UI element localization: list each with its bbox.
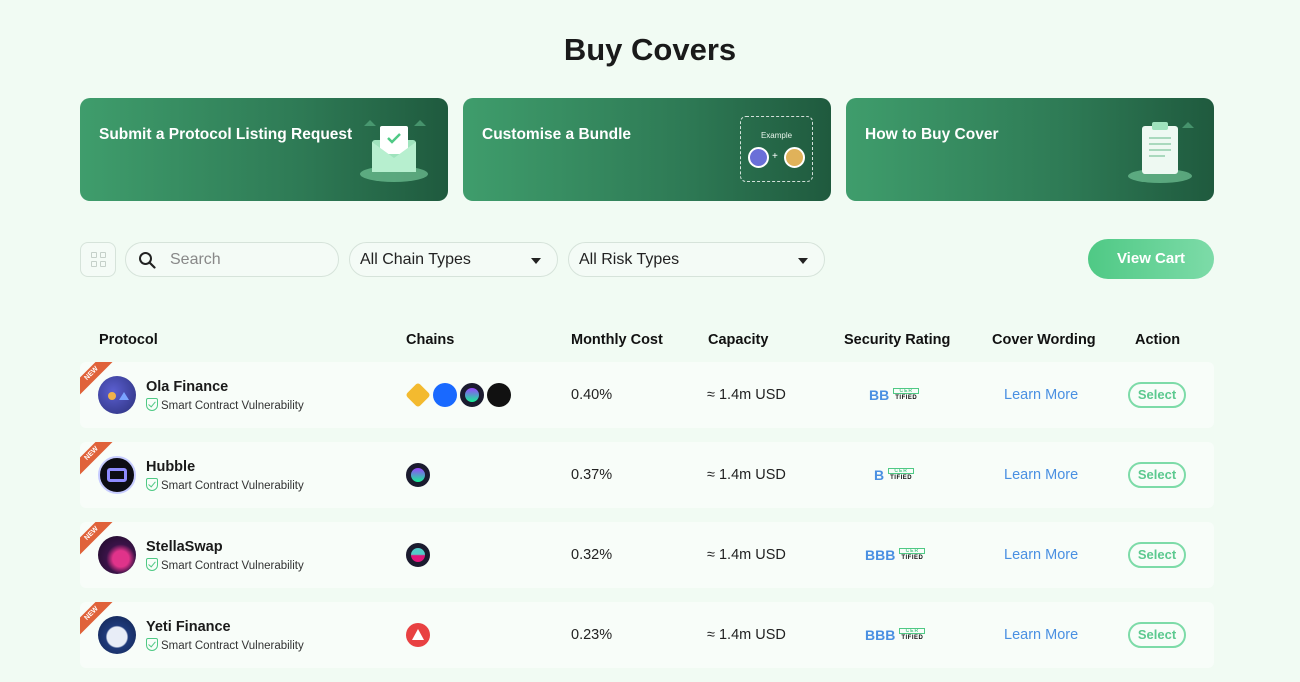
risk-type: Smart Contract Vulnerability <box>146 478 304 492</box>
risk-type-label: Smart Contract Vulnerability <box>161 560 304 572</box>
fantom-icon <box>433 383 457 407</box>
protocol-avatar-icon <box>784 147 805 168</box>
header-cover-wording: Cover Wording <box>992 332 1096 348</box>
chain-type-value: All Chain Types <box>360 251 471 268</box>
rating-grade: BBB <box>865 627 896 643</box>
solana-icon <box>460 383 484 407</box>
select-button[interactable]: Select <box>1128 622 1186 648</box>
clipboard-icon <box>1128 122 1194 183</box>
select-button[interactable]: Select <box>1128 462 1186 488</box>
protocol-name: Ola Finance <box>146 379 229 395</box>
monthly-cost: 0.32% <box>571 547 613 563</box>
header-capacity: Capacity <box>708 332 769 348</box>
example-label: Example <box>760 131 793 140</box>
table-row: NEW Yeti Finance Smart Contract Vulnerab… <box>80 602 1214 668</box>
capacity: ≈ 1.4m USD <box>707 627 786 643</box>
learn-more-link[interactable]: Learn More <box>1004 627 1078 643</box>
certik-logo-icon: CER TIFIED <box>899 548 926 561</box>
avalanche-icon <box>406 623 430 647</box>
rating-grade: BBB <box>865 547 896 563</box>
header-security-rating: Security Rating <box>844 332 951 348</box>
risk-type: Smart Contract Vulnerability <box>146 638 304 652</box>
how-to-buy-cover-banner[interactable]: How to Buy Cover <box>846 98 1214 201</box>
search-box[interactable] <box>125 242 339 277</box>
customise-bundle-banner[interactable]: Customise a Bundle Example + <box>463 98 831 201</box>
shield-check-icon <box>146 638 158 651</box>
caret-down-icon <box>531 258 541 264</box>
risk-type-select[interactable]: All Risk Types <box>568 242 825 277</box>
shield-check-icon <box>146 478 158 491</box>
rating-grade: B <box>874 467 885 483</box>
stellaswap-logo-icon <box>98 536 136 574</box>
table-row: NEW Hubble Smart Contract Vulnerability … <box>80 442 1214 508</box>
grid-view-toggle[interactable] <box>80 242 116 277</box>
certik-logo-icon: CER TIFIED <box>888 468 915 481</box>
envelope-icon <box>360 120 428 182</box>
protocol-name: Yeti Finance <box>146 619 231 635</box>
grid-icon <box>91 252 97 258</box>
security-rating: BBB CER TIFIED <box>865 627 926 643</box>
grid-icon <box>100 261 106 267</box>
hubble-logo-icon <box>98 456 136 494</box>
chain-type-select[interactable]: All Chain Types <box>349 242 558 277</box>
learn-more-link[interactable]: Learn More <box>1004 547 1078 563</box>
grid-icon <box>91 261 97 267</box>
bundle-example: Example + <box>740 116 813 182</box>
certik-logo-icon: CER TIFIED <box>899 628 926 641</box>
header-protocol: Protocol <box>99 332 158 348</box>
risk-type: Smart Contract Vulnerability <box>146 398 304 412</box>
monthly-cost: 0.23% <box>571 627 613 643</box>
protocol-listing-request-banner[interactable]: Submit a Protocol Listing Request <box>80 98 448 201</box>
protocol-name: Hubble <box>146 459 196 475</box>
banner-label: How to Buy Cover <box>865 126 999 143</box>
monthly-cost: 0.37% <box>571 467 613 483</box>
bnb-chain-icon <box>405 382 431 408</box>
view-cart-button[interactable]: View Cart <box>1088 239 1214 279</box>
search-input[interactable] <box>170 250 330 270</box>
security-rating: B CER TIFIED <box>874 467 915 483</box>
protocol-name: StellaSwap <box>146 539 223 555</box>
select-button[interactable]: Select <box>1128 382 1186 408</box>
header-action: Action <box>1135 332 1181 348</box>
header-monthly-cost: Monthly Cost <box>571 332 663 348</box>
risk-type-label: Smart Contract Vulnerability <box>161 480 304 492</box>
grid-icon <box>100 252 106 258</box>
learn-more-link[interactable]: Learn More <box>1004 387 1078 403</box>
moonbeam-icon <box>406 543 430 567</box>
chain-icon <box>487 383 511 407</box>
solana-icon <box>406 463 430 487</box>
capacity: ≈ 1.4m USD <box>707 467 786 483</box>
table-row: NEW StellaSwap Smart Contract Vulnerabil… <box>80 522 1214 588</box>
security-rating: BBB CER TIFIED <box>865 547 926 563</box>
page-title: Buy Covers <box>563 32 737 67</box>
shield-check-icon <box>146 558 158 571</box>
shield-check-icon <box>146 398 158 411</box>
banner-label: Submit a Protocol Listing Request <box>99 126 353 143</box>
yeti-finance-logo-icon <box>98 616 136 654</box>
security-rating: BB CER TIFIED <box>869 387 920 403</box>
header-chains: Chains <box>406 332 455 348</box>
risk-type-label: Smart Contract Vulnerability <box>161 640 304 652</box>
risk-type-value: All Risk Types <box>579 251 680 268</box>
risk-type: Smart Contract Vulnerability <box>146 558 304 572</box>
rating-grade: BB <box>869 387 890 403</box>
capacity: ≈ 1.4m USD <box>707 387 786 403</box>
search-icon <box>139 252 156 269</box>
plus-label: + <box>772 151 778 162</box>
learn-more-link[interactable]: Learn More <box>1004 467 1078 483</box>
risk-type-label: Smart Contract Vulnerability <box>161 400 304 412</box>
certik-logo-icon: CER TIFIED <box>893 388 920 401</box>
select-button[interactable]: Select <box>1128 542 1186 568</box>
capacity: ≈ 1.4m USD <box>707 547 786 563</box>
monthly-cost: 0.40% <box>571 387 613 403</box>
banner-label: Customise a Bundle <box>482 126 631 143</box>
ola-finance-logo-icon <box>98 376 136 414</box>
protocol-avatar-icon <box>748 147 769 168</box>
caret-down-icon <box>798 258 808 264</box>
table-row: NEW Ola Finance Smart Contract Vulnerabi… <box>80 362 1214 428</box>
